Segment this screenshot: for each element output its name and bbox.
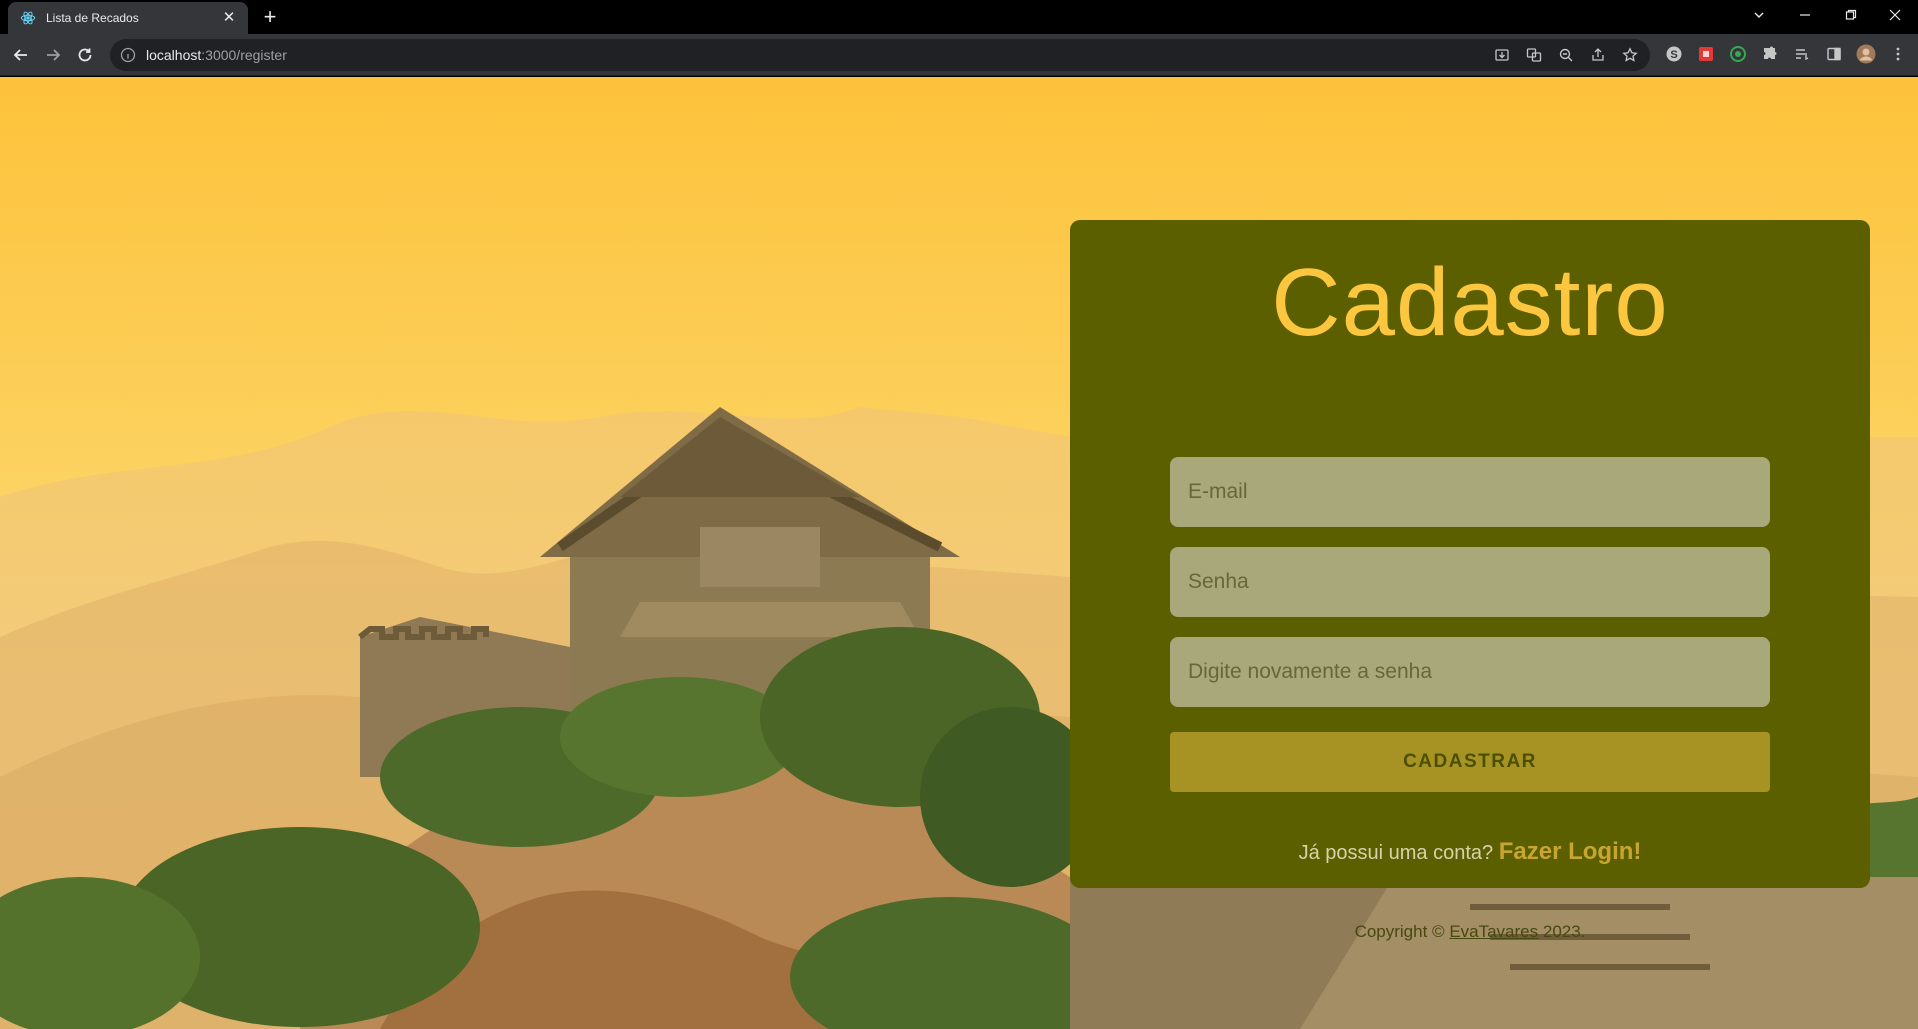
browser-tab[interactable]: Lista de Recados ✕ [8, 2, 248, 34]
share-icon[interactable] [1588, 45, 1608, 65]
red-extension-icon[interactable] [1696, 44, 1716, 64]
browser-toolbar: localhost:3000/register S [0, 34, 1918, 76]
copyright-author-link[interactable]: EvaTavares [1449, 922, 1538, 941]
translate-icon[interactable] [1524, 45, 1544, 65]
forward-icon[interactable] [40, 42, 66, 68]
skype-extension-icon[interactable]: S [1664, 44, 1684, 64]
login-prompt-line: Já possui uma conta? Fazer Login! [1070, 838, 1870, 866]
bookmark-star-icon[interactable] [1620, 45, 1640, 65]
password-input[interactable] [1170, 547, 1770, 617]
reading-list-icon[interactable] [1792, 44, 1812, 64]
login-prompt-text: Já possui uma conta? [1298, 842, 1494, 864]
tab-strip: Lista de Recados ✕ + [0, 0, 1918, 34]
window-close-icon[interactable] [1872, 0, 1918, 30]
react-icon [20, 11, 36, 25]
avatar[interactable] [1856, 44, 1876, 64]
copyright-prefix: Copyright © [1354, 922, 1445, 941]
copyright-footer: Copyright © EvaTavares 2023. [1070, 922, 1870, 942]
menu-kebab-icon[interactable] [1888, 44, 1908, 64]
register-button[interactable]: CADASTRAR [1170, 732, 1770, 792]
confirm-password-input[interactable] [1170, 637, 1770, 707]
tab-title: Lista de Recados [46, 11, 139, 25]
chevron-down-icon[interactable] [1736, 0, 1782, 30]
address-bar[interactable]: localhost:3000/register [110, 39, 1650, 71]
new-tab-button[interactable]: + [258, 6, 282, 30]
side-panel-icon[interactable] [1824, 44, 1844, 64]
register-card: Cadastro CADASTRAR Já possui uma conta? … [1070, 220, 1870, 941]
restore-icon[interactable] [1828, 0, 1874, 30]
install-app-icon[interactable] [1492, 45, 1512, 65]
minimize-icon[interactable] [1782, 0, 1828, 30]
back-icon[interactable] [8, 42, 34, 68]
address-url: localhost:3000/register [146, 47, 287, 63]
info-icon[interactable] [120, 47, 136, 63]
copyright-year: 2023. [1542, 922, 1586, 941]
email-input[interactable] [1170, 457, 1770, 527]
extensions-puzzle-icon[interactable] [1760, 44, 1780, 64]
green-extension-icon[interactable] [1728, 44, 1748, 64]
page-viewport: Cadastro CADASTRAR Já possui uma conta? … [0, 77, 1918, 1029]
tab-close-icon[interactable]: ✕ [220, 9, 238, 27]
login-link[interactable]: Fazer Login! [1499, 838, 1642, 865]
zoom-icon[interactable] [1556, 45, 1576, 65]
reload-icon[interactable] [72, 42, 98, 68]
svg-text:S: S [1670, 49, 1677, 61]
page-title: Cadastro [1271, 249, 1669, 356]
